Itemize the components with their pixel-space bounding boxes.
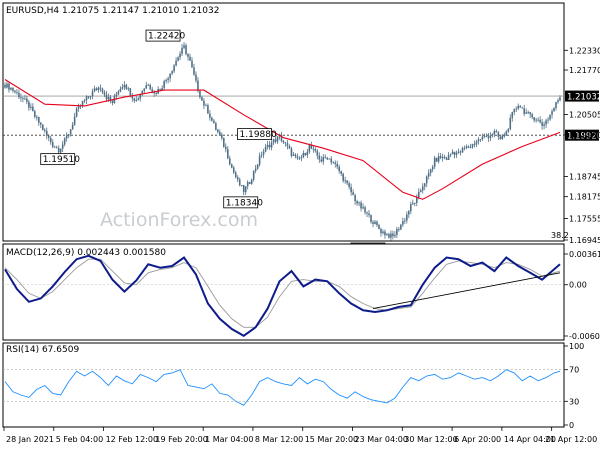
svg-text:1.21032: 1.21032 xyxy=(567,92,600,102)
rsi-panel-frame xyxy=(2,342,565,428)
svg-text:1.22420: 1.22420 xyxy=(148,32,185,42)
macd-panel-title: MACD(12,26,9) 0.002443 0.001580 xyxy=(6,248,166,258)
y-tick-label: 1.19930 xyxy=(569,131,600,140)
y-tick-label: 100 xyxy=(569,342,584,351)
price-annotation: 1.19510 xyxy=(40,153,80,165)
rsi-panel: 100 70 30 0 RSI(14) 67.6509 xyxy=(2,342,584,430)
candle xyxy=(223,137,225,148)
y-tick-label: 1.16945 xyxy=(569,236,600,245)
svg-text:1.18340: 1.18340 xyxy=(226,198,263,208)
x-tick-label: 28 Jan 2021 xyxy=(6,435,54,444)
candle xyxy=(248,181,251,185)
candle xyxy=(41,124,44,131)
main-y-ticks: 1.22330 1.21770 1.20505 1.19930 1.18745 1.181… xyxy=(564,46,600,245)
macd-y-ticks: 0.003615 0.00 -0.006026 xyxy=(564,250,600,341)
main-panel-frame xyxy=(2,2,565,242)
y-tick-label: -0.006026 xyxy=(569,332,600,341)
price-annotation: 1.18340 xyxy=(223,196,263,208)
y-tick-label: 1.20505 xyxy=(569,111,600,120)
x-tick-label: 5 Feb 04:00 xyxy=(56,435,103,444)
watermark: ActionForex.com xyxy=(100,209,258,231)
chart-canvas: ActionForex.com 1.22420 1.19510 1.19880 1.1… xyxy=(2,2,600,444)
y-tick-label: 1.21770 xyxy=(569,66,600,75)
main-panel-title: EURUSD,H4 1.21075 1.21147 1.21010 1.2103… xyxy=(6,6,219,16)
price-marker: 1.21032 xyxy=(565,90,600,102)
chart-root: ActionForex.com 1.22420 1.19510 1.19880 1.1… xyxy=(0,0,600,450)
main-panel: ActionForex.com 1.22420 1.19510 1.19880 1.1… xyxy=(2,2,600,255)
y-tick-label: 1.18175 xyxy=(569,193,600,202)
x-tick-label: 12 Feb 12:00 xyxy=(106,435,158,444)
x-tick-label: 8 Mar 12:00 xyxy=(255,435,303,444)
candle xyxy=(400,223,402,231)
y-tick-label: 0.00 xyxy=(569,281,587,290)
rsi-y-ticks: 100 70 30 0 xyxy=(564,342,584,430)
y-tick-label: 1.18745 xyxy=(569,173,600,182)
candle xyxy=(75,107,78,118)
y-tick-label: 0 xyxy=(569,421,574,430)
svg-text:1.19880: 1.19880 xyxy=(240,130,277,140)
svg-text:1.19510: 1.19510 xyxy=(43,155,80,165)
x-tick-label: 21 Apr 12:00 xyxy=(545,435,597,444)
x-tick-label: 30 Mar 12:00 xyxy=(404,435,457,444)
y-tick-label: 1.17555 xyxy=(569,215,600,224)
x-tick-label: 1 Mar 04:00 xyxy=(205,435,253,444)
x-axis: 28 Jan 2021 5 Feb 04:00 12 Feb 12:0019 Feb… xyxy=(3,427,597,444)
y-tick-label: 1.22330 xyxy=(569,46,600,55)
y-tick-label: 70 xyxy=(569,366,579,375)
price-annotation: 1.22420 xyxy=(145,29,186,42)
x-tick-label: 15 Mar 20:00 xyxy=(305,435,358,444)
price-annotation: 1.19880 xyxy=(237,128,277,140)
candle xyxy=(435,157,438,163)
rsi-panel-title: RSI(14) 67.6509 xyxy=(6,345,79,355)
x-tick-label: 23 Mar 04:00 xyxy=(355,435,408,444)
x-tick-label: 19 Feb 20:00 xyxy=(155,435,207,444)
y-tick-label: 0.003615 xyxy=(569,250,600,259)
x-tick-label: 6 Apr 20:00 xyxy=(454,435,501,444)
corner-text: 38.2 xyxy=(551,231,569,240)
macd-panel: 0.003615 0.00 -0.006026 MACD(12,26,9) 0.00… xyxy=(2,243,600,341)
y-tick-label: 30 xyxy=(569,397,579,406)
